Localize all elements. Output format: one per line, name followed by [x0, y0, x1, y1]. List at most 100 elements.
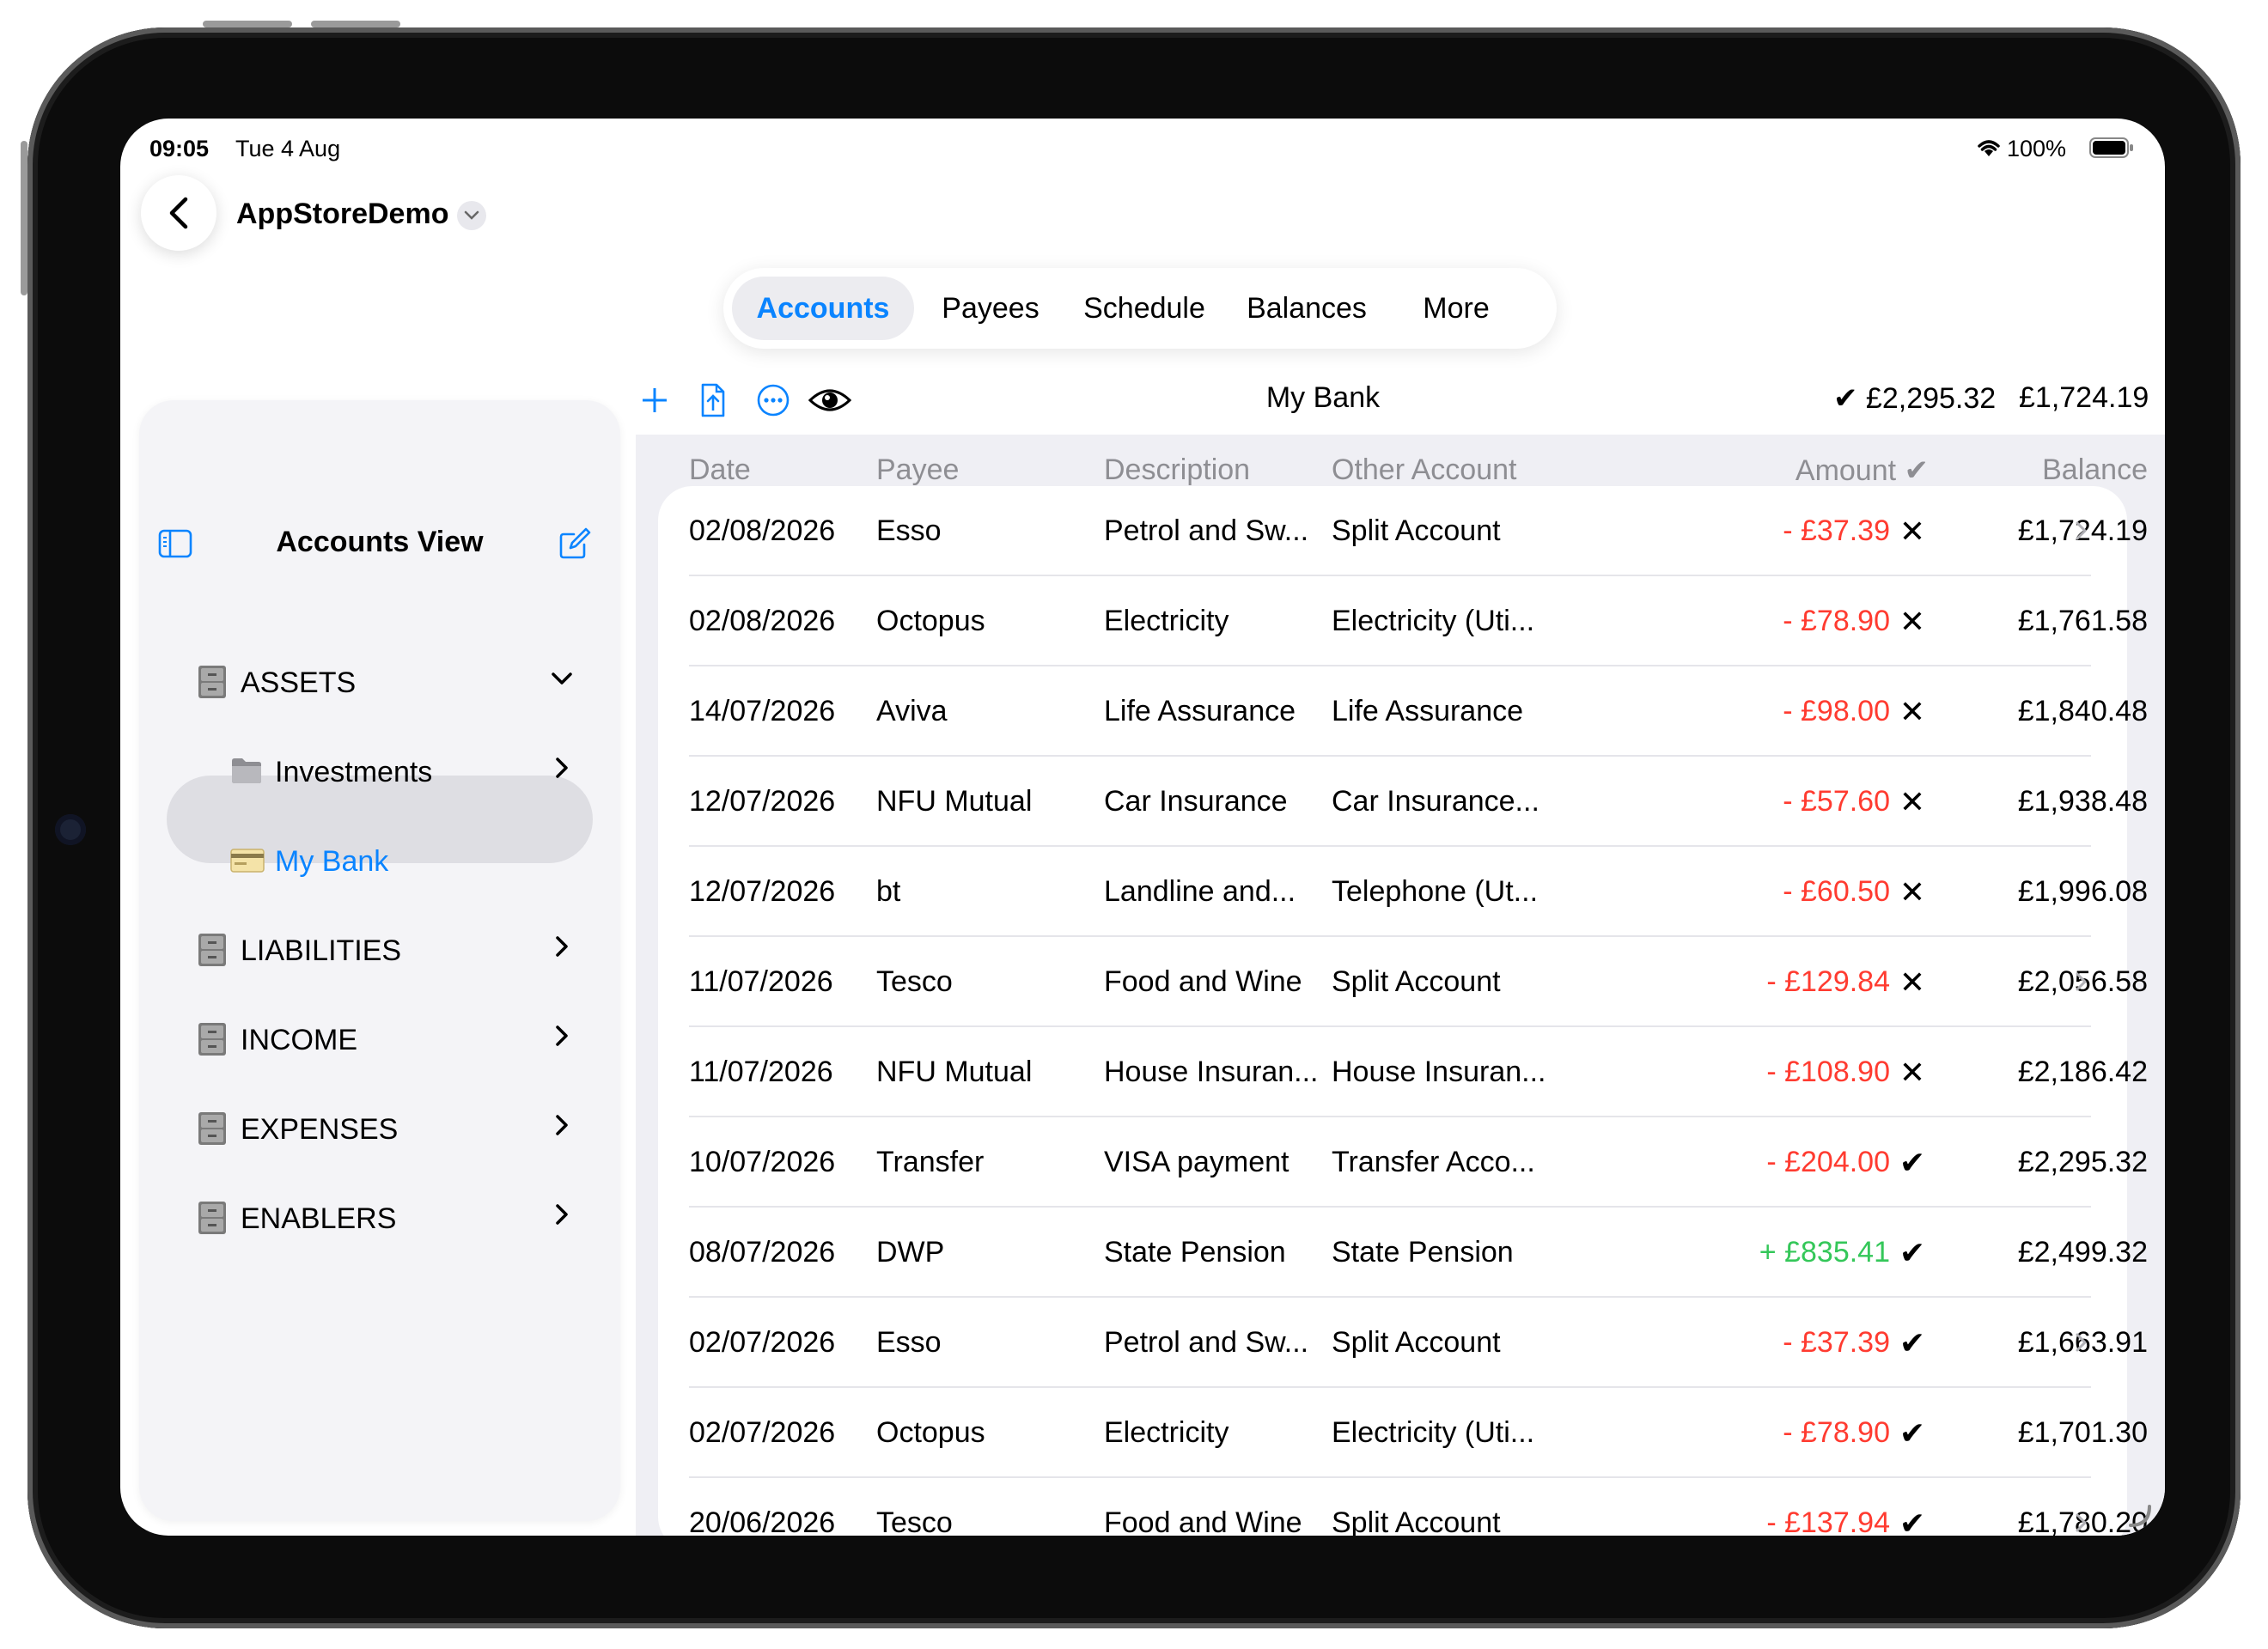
- resize-handle-icon[interactable]: [2127, 1503, 2153, 1529]
- cleared-balance: ✔ £2,295.32: [1833, 382, 1997, 415]
- cell-amount: - £129.84: [1766, 965, 1890, 998]
- battery-percent: 100%: [2007, 136, 2067, 161]
- eye-icon[interactable]: [808, 381, 852, 419]
- table-row[interactable]: 10/07/2026 Transfer VISA payment Transfer A…: [120, 1117, 2165, 1208]
- app-title[interactable]: AppStoreDemo: [236, 198, 448, 231]
- cell-description: Electricity: [1104, 1416, 1229, 1449]
- cell-date: 14/07/2026: [689, 695, 836, 727]
- cell-payee: Transfer: [876, 1146, 985, 1178]
- title-menu-button[interactable]: [457, 201, 486, 230]
- volume-up-button: [203, 21, 292, 27]
- chevron-right-icon[interactable]: [2067, 1328, 2096, 1357]
- more-options-icon[interactable]: [754, 381, 792, 419]
- cell-date: 02/08/2026: [689, 514, 836, 547]
- cell-amount: - £108.90: [1766, 1056, 1890, 1088]
- cell-description: House Insuran...: [1104, 1056, 1319, 1088]
- tab-accounts[interactable]: Accounts: [732, 277, 914, 340]
- chevron-right-icon[interactable]: [2067, 516, 2096, 545]
- cell-balance: £1,761.58: [2017, 605, 2148, 637]
- cell-amount: - £137.94: [1766, 1506, 1890, 1536]
- screen: 09:05 Tue 4 Aug 100% AppStoreDemo Accoun…: [120, 119, 2165, 1536]
- cell-amount: - £60.50: [1783, 875, 1890, 908]
- cell-date: 20/06/2026: [689, 1506, 836, 1536]
- cell-date: 10/07/2026: [689, 1146, 836, 1178]
- header-description[interactable]: Description: [1104, 453, 1250, 487]
- cell-other-account: Split Account: [1332, 1326, 1501, 1359]
- cell-other-account: House Insuran...: [1332, 1056, 1546, 1088]
- cell-payee: Tesco: [876, 1506, 953, 1536]
- table-row[interactable]: 11/07/2026 NFU Mutual House Insuran... Hous…: [120, 1027, 2165, 1117]
- cell-description: Food and Wine: [1104, 1506, 1302, 1536]
- table-row[interactable]: 02/08/2026 Esso Petrol and Sw... Split Acco…: [120, 486, 2165, 576]
- cell-other-account: Split Account: [1332, 1506, 1501, 1536]
- table-row[interactable]: 08/07/2026 DWP State Pension State Pension +…: [120, 1208, 2165, 1298]
- camera: [55, 814, 86, 845]
- cell-description: Food and Wine: [1104, 965, 1302, 998]
- tab-schedule[interactable]: Schedule: [1067, 277, 1222, 340]
- cell-amount: + £835.41: [1759, 1236, 1890, 1269]
- tab-more[interactable]: More: [1392, 277, 1521, 340]
- table-row[interactable]: 11/07/2026 Tesco Food and Wine Split Accoun…: [120, 937, 2165, 1027]
- header-other-account[interactable]: Other Account: [1332, 453, 1516, 487]
- table-row[interactable]: 02/07/2026 Esso Petrol and Sw... Split Acco…: [120, 1298, 2165, 1388]
- cell-payee: NFU Mutual: [876, 1056, 1033, 1088]
- cell-date: 02/07/2026: [689, 1326, 836, 1359]
- cell-amount: - £78.90: [1783, 605, 1890, 637]
- cell-other-account: Electricity (Uti...: [1332, 1416, 1535, 1449]
- cell-description: State Pension: [1104, 1236, 1286, 1269]
- cell-payee: Octopus: [876, 605, 985, 637]
- cell-amount: - £204.00: [1766, 1146, 1890, 1178]
- chevron-down-icon: [464, 210, 479, 220]
- cell-balance: £1,780.20: [2017, 1506, 2148, 1536]
- header-payee[interactable]: Payee: [876, 453, 959, 487]
- cell-amount: - £78.90: [1783, 1416, 1890, 1449]
- table-row[interactable]: 12/07/2026 NFU Mutual Car Insurance Car Ins…: [120, 757, 2165, 847]
- back-button[interactable]: [141, 175, 216, 251]
- cell-description: Landline and...: [1104, 875, 1296, 908]
- volume-down-button: [311, 21, 400, 27]
- status-time: 09:05: [149, 136, 210, 161]
- cell-date: 12/07/2026: [689, 875, 836, 908]
- cell-date: 11/07/2026: [689, 1056, 833, 1088]
- header-balance[interactable]: Balance: [1881, 453, 2148, 487]
- tab-payees[interactable]: Payees: [918, 277, 1064, 340]
- tab-balances[interactable]: Balances: [1225, 277, 1388, 340]
- cell-description: VISA payment: [1104, 1146, 1289, 1178]
- cell-balance: £1,840.48: [2017, 695, 2148, 727]
- cell-payee: NFU Mutual: [876, 785, 1033, 818]
- account-name: My Bank: [1265, 381, 1381, 414]
- cell-other-account: Life Assurance: [1332, 695, 1524, 727]
- table-row[interactable]: 14/07/2026 Aviva Life Assurance Life Assura…: [120, 666, 2165, 757]
- chevron-right-icon[interactable]: [2067, 1508, 2096, 1536]
- cell-amount: - £37.39: [1783, 1326, 1890, 1359]
- cell-date: 02/07/2026: [689, 1416, 836, 1449]
- cell-other-account: State Pension: [1332, 1236, 1514, 1269]
- cell-balance: £2,295.32: [2017, 1146, 2148, 1178]
- cell-balance: £1,996.08: [2017, 875, 2148, 908]
- cell-payee: Tesco: [876, 965, 953, 998]
- table-row[interactable]: 12/07/2026 bt Landline and... Telephone (Ut…: [120, 847, 2165, 937]
- cell-payee: bt: [876, 875, 901, 908]
- chevron-right-icon[interactable]: [2067, 967, 2096, 996]
- status-date: Tue 4 Aug: [235, 136, 341, 161]
- header-date[interactable]: Date: [689, 453, 751, 487]
- add-icon[interactable]: [636, 381, 674, 419]
- cell-description: Car Insurance: [1104, 785, 1288, 818]
- cell-balance: £1,663.91: [2017, 1326, 2148, 1359]
- cell-balance: £2,186.42: [2017, 1056, 2148, 1088]
- cell-other-account: Transfer Acco...: [1332, 1146, 1535, 1178]
- account-balance: £1,724.19: [2019, 381, 2149, 414]
- table-row[interactable]: 02/07/2026 Octopus Electricity Electricity …: [120, 1388, 2165, 1478]
- cell-amount: - £57.60: [1783, 785, 1890, 818]
- cell-description: Petrol and Sw...: [1104, 514, 1309, 547]
- cell-description: Life Assurance: [1104, 695, 1296, 727]
- cell-balance: £1,724.19: [2017, 514, 2148, 547]
- cell-date: 02/08/2026: [689, 605, 836, 637]
- cell-other-account: Telephone (Ut...: [1332, 875, 1539, 908]
- export-icon[interactable]: [694, 381, 732, 419]
- cell-other-account: Electricity (Uti...: [1332, 605, 1535, 637]
- cell-description: Petrol and Sw...: [1104, 1326, 1309, 1359]
- table-row[interactable]: 02/08/2026 Octopus Electricity Electricity …: [120, 576, 2165, 666]
- cell-amount: - £37.39: [1783, 514, 1890, 547]
- table-row[interactable]: 20/06/2026 Tesco Food and Wine Split Accoun…: [120, 1478, 2165, 1536]
